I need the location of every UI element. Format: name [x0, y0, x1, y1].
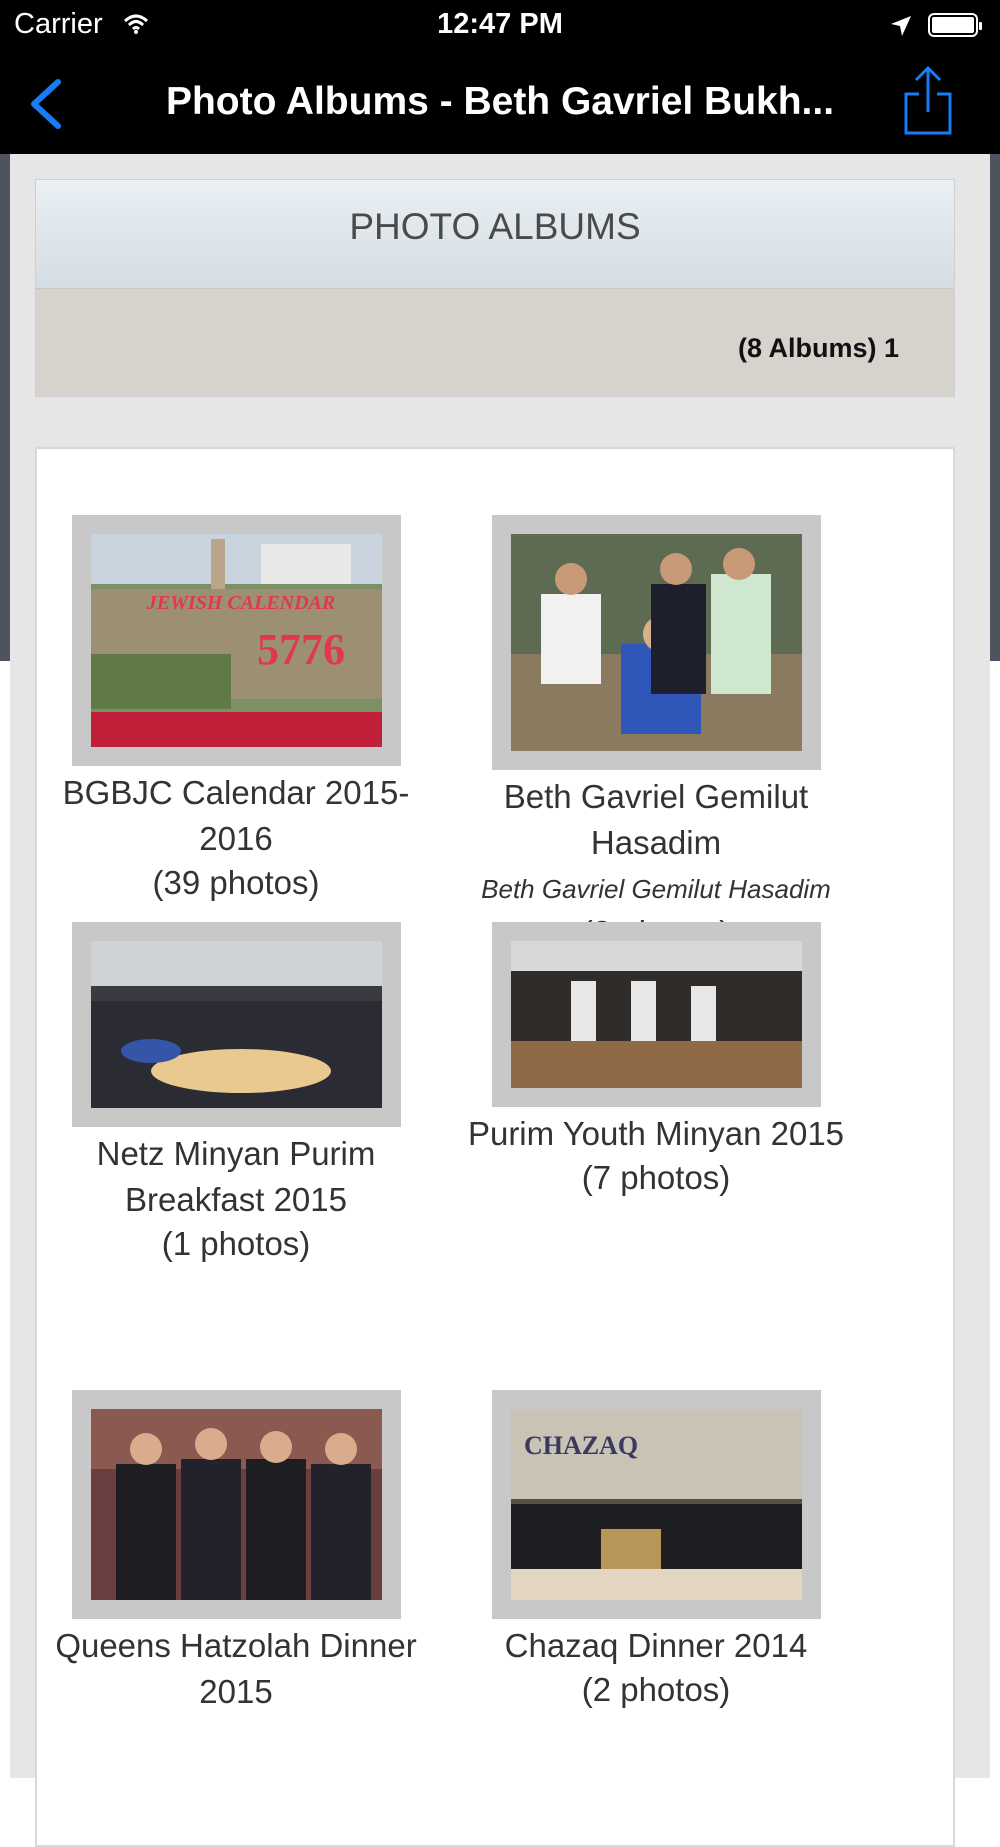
album-item[interactable]: JEWISH CALENDAR 5776 BGBJC Calendar 2015… — [46, 515, 426, 904]
page-title: PHOTO ALBUMS — [349, 206, 641, 247]
album-title[interactable]: Chazaq Dinner 2014 — [466, 1623, 846, 1669]
navigation-bar: Photo Albums - Beth Gavriel Bukh... — [0, 50, 1000, 154]
album-description: Beth Gavriel Gemilut Hasadim — [481, 874, 831, 904]
album-title[interactable]: BGBJC Calendar 2015-2016 — [46, 770, 426, 862]
album-photo-count: (39 photos) — [152, 864, 320, 901]
album-count: (8 Albums) 1 — [737, 333, 899, 363]
share-icon[interactable] — [902, 64, 954, 136]
chevron-left-icon[interactable] — [26, 78, 66, 130]
album-photo — [510, 534, 802, 751]
page-background — [990, 661, 1000, 1778]
album-title[interactable]: Queens Hatzolah Dinner 2015 — [46, 1623, 426, 1715]
status-bar: Carrier 12:47 PM — [0, 0, 1000, 50]
page-background — [0, 154, 10, 661]
album-item[interactable]: Queens Hatzolah Dinner 2015 — [46, 1390, 426, 1715]
album-title[interactable]: Purim Youth Minyan 2015 — [466, 1111, 846, 1157]
page-background — [990, 154, 1000, 661]
status-time: 12:47 PM — [437, 8, 563, 40]
album-thumbnail-frame[interactable]: CHAZAQ — [491, 1390, 821, 1619]
album-photo — [510, 941, 802, 1088]
album-item[interactable]: Purim Youth Minyan 2015 (7 photos) — [466, 922, 846, 1199]
albums-grid: JEWISH CALENDAR 5776 BGBJC Calendar 2015… — [35, 447, 955, 1847]
album-photo-year: 5776 — [257, 625, 345, 674]
battery-icon — [928, 13, 982, 37]
album-thumbnail-frame[interactable] — [71, 1390, 401, 1619]
content-area[interactable]: PHOTO ALBUMS (8 Albums) 1 JEWISH CALENDA… — [10, 154, 990, 1847]
album-photo: JEWISH CALENDAR 5776 — [90, 534, 382, 747]
album-item[interactable]: Netz Minyan Purim Breakfast 2015 (1 phot… — [46, 922, 426, 1265]
album-item[interactable]: Beth Gavriel Gemilut Hasadim Beth Gavrie… — [466, 515, 846, 933]
album-title[interactable]: Netz Minyan Purim Breakfast 2015 — [46, 1131, 426, 1223]
album-thumbnail-frame[interactable] — [491, 922, 821, 1107]
album-thumbnail-frame[interactable] — [71, 922, 401, 1127]
album-photo — [90, 941, 382, 1108]
nav-title: Photo Albums - Beth Gavriel Bukh... — [165, 80, 835, 123]
header-title-bar: PHOTO ALBUMS — [36, 180, 954, 289]
location-arrow-icon — [890, 12, 912, 45]
album-photo-count: (1 photos) — [161, 1225, 311, 1262]
album-photo-count: (2 photos) — [581, 1671, 731, 1708]
album-photo-count: (7 photos) — [581, 1159, 731, 1196]
album-title[interactable]: Beth Gavriel Gemilut Hasadim — [466, 774, 846, 866]
album-photo-caption: JEWISH CALENDAR — [145, 592, 334, 614]
albums-header: PHOTO ALBUMS (8 Albums) 1 — [35, 179, 955, 397]
album-photo — [90, 1409, 382, 1600]
album-thumbnail-frame[interactable] — [491, 515, 821, 770]
album-thumbnail-frame[interactable]: JEWISH CALENDAR 5776 — [71, 515, 401, 766]
album-item[interactable]: CHAZAQ Chazaq Dinner 2014 (2 photos) — [466, 1390, 846, 1711]
album-photo-caption: CHAZAQ — [523, 1431, 637, 1460]
page-background — [0, 661, 10, 1778]
album-photo: CHAZAQ — [510, 1409, 802, 1600]
